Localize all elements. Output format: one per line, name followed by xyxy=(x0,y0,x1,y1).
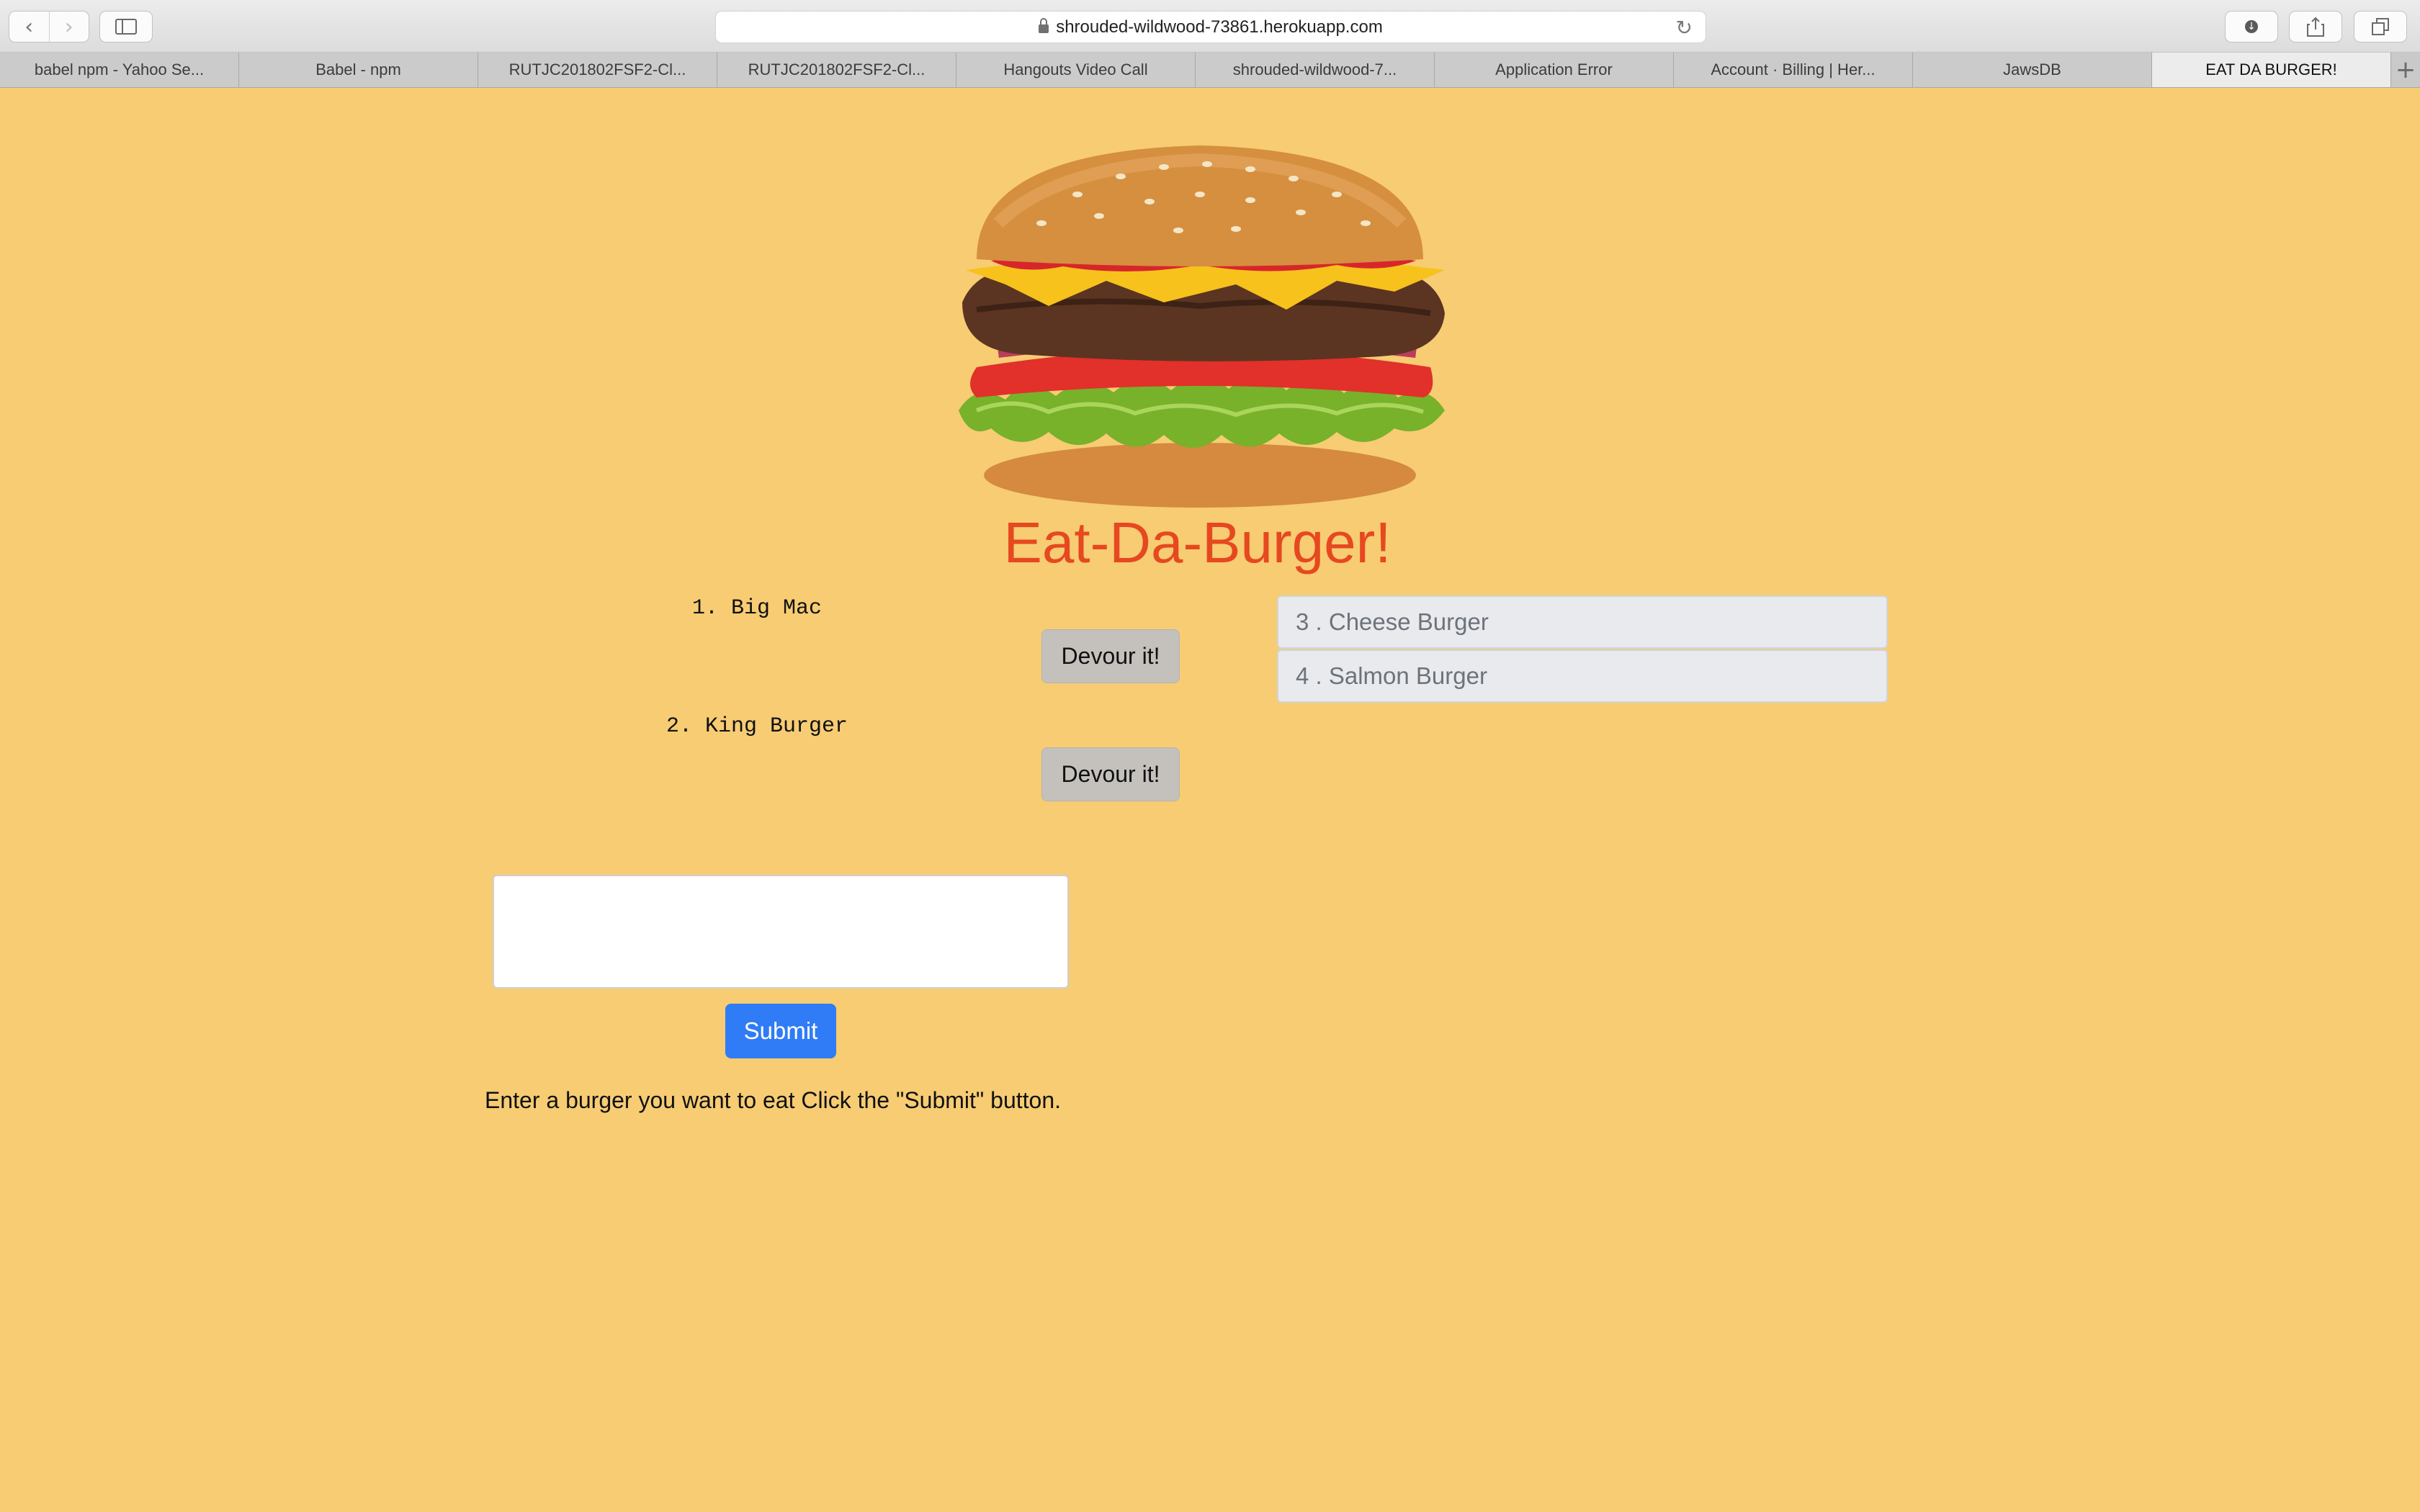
back-icon[interactable]: ‹ xyxy=(9,12,49,42)
tab-bar: babel npm - Yahoo Se... Babel - npm RUTJ… xyxy=(0,53,2420,88)
browser-toolbar: ‹ › shrouded-wildwood-73861.herokuapp.co… xyxy=(0,0,2420,53)
page-title: Eat-Da-Burger! xyxy=(1003,510,1392,575)
tab[interactable]: RUTJC201802FSF2-Cl... xyxy=(478,53,717,87)
share-button[interactable] xyxy=(2289,11,2342,42)
burger-item-text: 1. Big Mac xyxy=(692,596,823,621)
burger-item-text: 2. King Burger xyxy=(666,714,848,739)
tab[interactable]: shrouded-wildwood-7... xyxy=(1196,53,1435,87)
burger-image xyxy=(959,145,1445,508)
tab[interactable]: JawsDB xyxy=(1913,53,2152,87)
burger-name-input[interactable] xyxy=(493,875,1069,989)
new-tab-icon[interactable]: + xyxy=(2391,53,2420,87)
devour-button[interactable]: Devour it! xyxy=(1041,747,1180,801)
nav-buttons: ‹ › xyxy=(9,11,89,42)
submit-button[interactable]: Submit xyxy=(725,1004,836,1058)
tab-active[interactable]: EAT DA BURGER! xyxy=(2152,53,2391,87)
instructions-text: Enter a burger you want to eat Click the… xyxy=(485,1087,1062,1113)
sidebar-icon xyxy=(115,19,137,35)
download-icon: ↓ xyxy=(2245,20,2258,33)
devour-button[interactable]: Devour it! xyxy=(1041,629,1180,683)
address-bar[interactable]: shrouded-wildwood-73861.herokuapp.com ↻ xyxy=(715,11,1706,43)
tabs-overview-button[interactable] xyxy=(2354,11,2407,42)
sidebar-toggle-button[interactable] xyxy=(99,11,153,42)
devoured-burger-item: 3 . Cheese Burger xyxy=(1277,595,1888,649)
tab[interactable]: babel npm - Yahoo Se... xyxy=(0,53,239,87)
tab[interactable]: Hangouts Video Call xyxy=(956,53,1196,87)
devoured-burger-item: 4 . Salmon Burger xyxy=(1277,649,1888,703)
address-url: shrouded-wildwood-73861.herokuapp.com xyxy=(1056,17,1383,37)
lock-icon xyxy=(1039,17,1049,33)
tab[interactable]: Account · Billing | Her... xyxy=(1674,53,1913,87)
tabs-icon xyxy=(2372,18,2389,35)
downloads-button[interactable]: ↓ xyxy=(2225,11,2278,42)
share-icon xyxy=(2307,17,2324,37)
tab[interactable]: RUTJC201802FSF2-Cl... xyxy=(717,53,956,87)
forward-icon[interactable]: › xyxy=(48,12,89,42)
reload-icon[interactable]: ↻ xyxy=(1676,16,1693,40)
tab[interactable]: Babel - npm xyxy=(239,53,478,87)
tab[interactable]: Application Error xyxy=(1435,53,1674,87)
